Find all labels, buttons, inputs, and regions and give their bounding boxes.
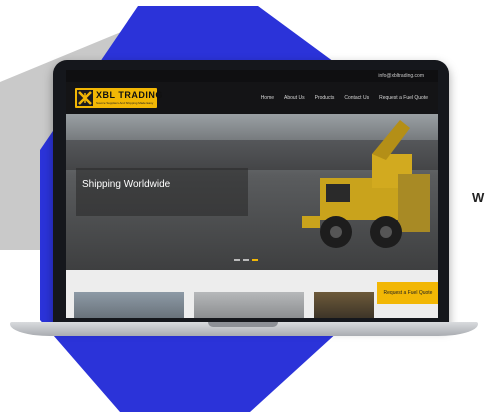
slider-dots: [234, 259, 258, 261]
logo[interactable]: XBL TRADING Source Suppliers And Shippin…: [75, 88, 162, 108]
logo-brand: XBL TRADING: [96, 90, 163, 100]
card-image-3[interactable]: [314, 292, 374, 318]
navbar: XBL TRADING Source Suppliers And Shippin…: [66, 82, 438, 114]
hero-caption-box: [76, 168, 248, 216]
laptop-screen: info@xbltrading.com XBL TRADING Source S…: [66, 70, 438, 318]
fuel-quote-button[interactable]: Request a Fuel Quote: [377, 282, 438, 304]
hero-slider[interactable]: Shipping Worldwide: [66, 114, 438, 270]
nav-home[interactable]: Home: [261, 95, 274, 101]
contact-email[interactable]: info@xbltrading.com: [378, 73, 424, 79]
logo-tagline: Source Suppliers And Shipping Made Easy: [96, 101, 154, 105]
slider-dot-active[interactable]: [252, 259, 258, 261]
slider-dot[interactable]: [234, 259, 240, 261]
nav-contact[interactable]: Contact Us: [344, 95, 369, 101]
slider-dot[interactable]: [243, 259, 249, 261]
side-text: W: [472, 190, 485, 205]
nav-fuel-quote[interactable]: Request a Fuel Quote: [379, 95, 428, 101]
hero-caption: Shipping Worldwide: [82, 179, 171, 190]
logo-icon: [77, 90, 93, 106]
nav-about[interactable]: About Us: [284, 95, 305, 101]
main-nav: Home About Us Products Contact Us Reques…: [261, 95, 428, 101]
card-image-2[interactable]: [194, 292, 304, 318]
mining-machinery-image: [302, 120, 430, 248]
laptop-notch: [208, 322, 278, 327]
top-bar: info@xbltrading.com: [66, 70, 438, 82]
nav-products[interactable]: Products: [315, 95, 335, 101]
card-image-1[interactable]: [74, 292, 184, 318]
